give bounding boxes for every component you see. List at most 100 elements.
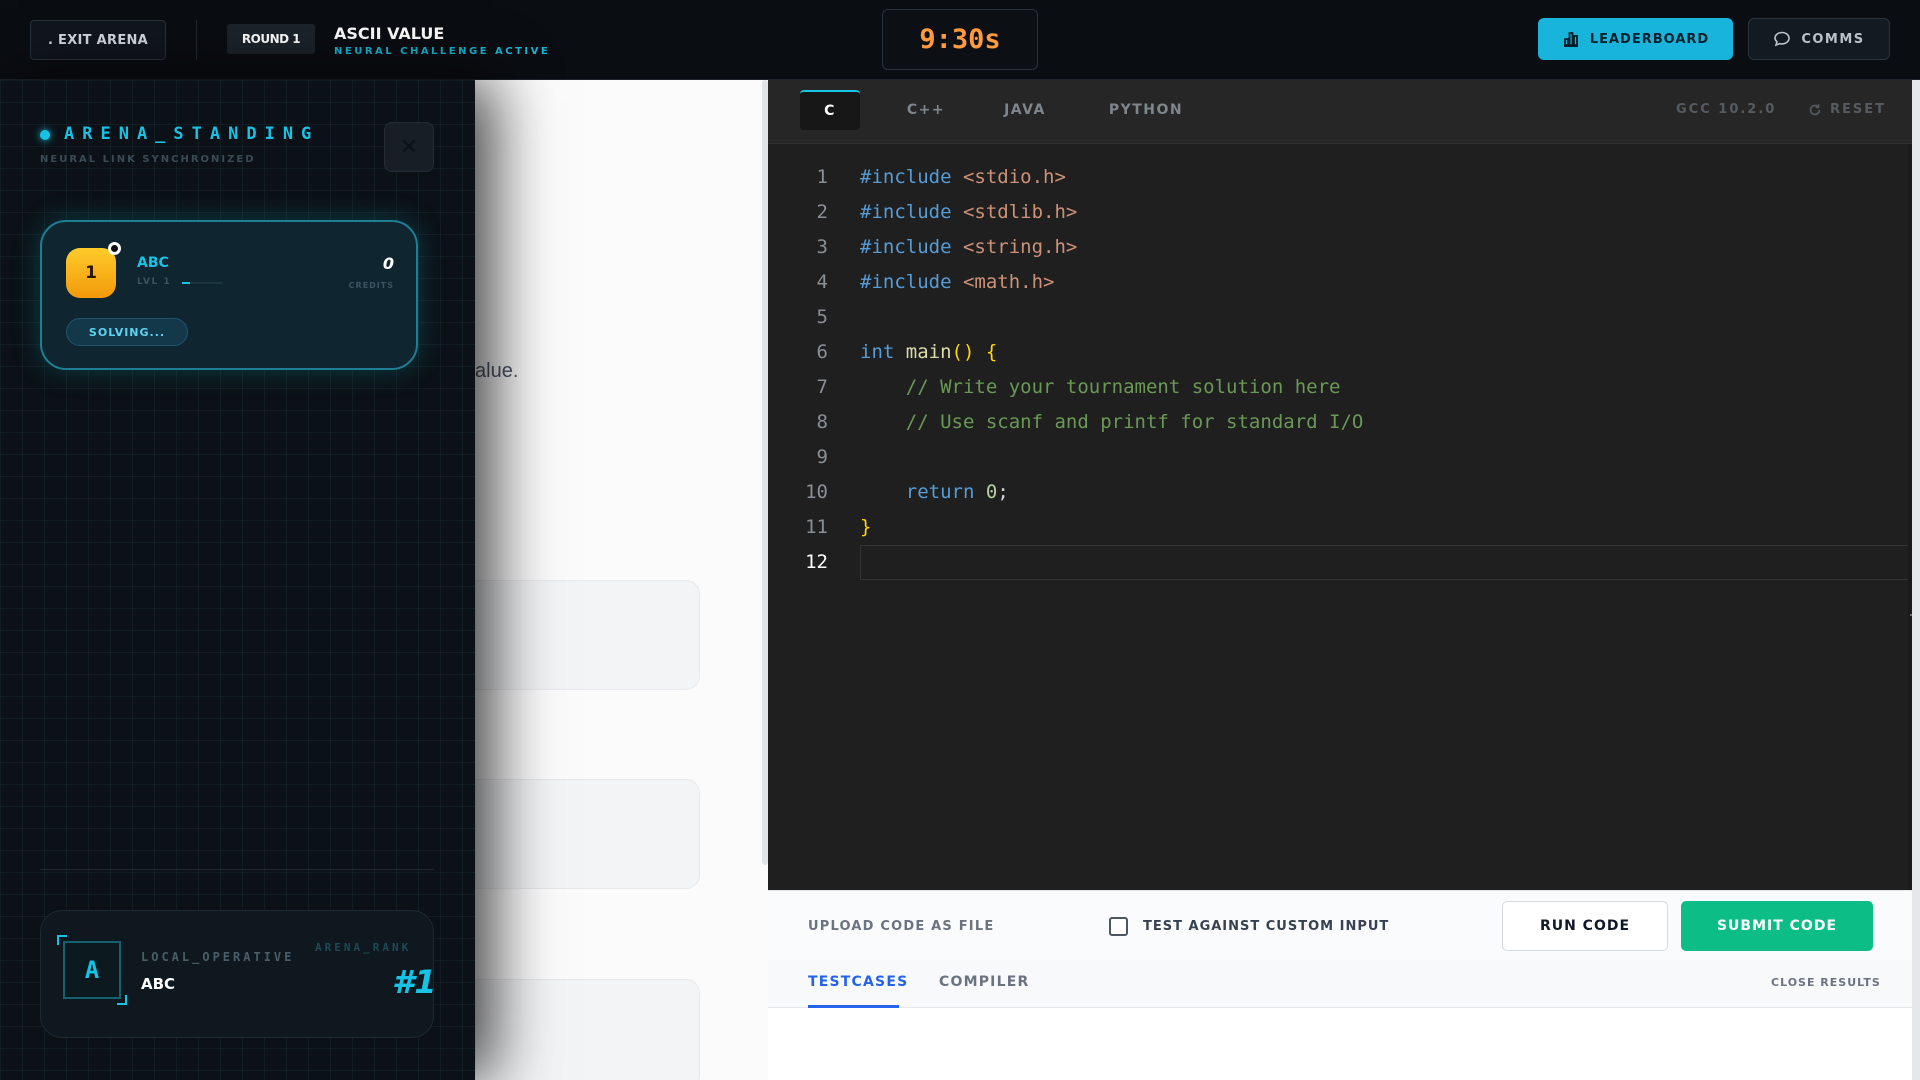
level-progress-fill	[182, 282, 190, 284]
problem-title: ASCII VALUE	[334, 24, 445, 43]
online-status-dot	[108, 242, 121, 255]
line-code: // Use scanf and printf for standard I/O	[905, 411, 1364, 433]
comms-label: COMMS	[1801, 31, 1865, 47]
line-number: 1	[816, 166, 828, 188]
level-progress-bar	[182, 282, 222, 284]
example-card	[475, 779, 700, 889]
compiler-version: GCC 10.2.0	[1676, 102, 1777, 117]
results-panel: TESTCASES COMPILER CLOSE RESULTS	[768, 960, 1920, 1080]
line-code: int main() {	[860, 341, 998, 363]
current-line-highlight	[860, 545, 1910, 580]
code-line[interactable]: 2 #include <stdlib.h>	[768, 195, 1908, 230]
tab-java[interactable]: JAVA	[980, 90, 1070, 130]
line-code: #include <stdlib.h>	[860, 201, 1078, 223]
player-level: LVL 1	[137, 277, 172, 287]
header-divider	[196, 20, 197, 60]
line-code: }	[860, 516, 872, 538]
problem-description: alue.	[475, 360, 519, 382]
avatar-corner-tl	[57, 935, 67, 945]
tab-compiler[interactable]: COMPILER	[939, 974, 1029, 990]
code-line[interactable]: 7 // Write your tournament solution here	[768, 370, 1908, 405]
run-code-button[interactable]: RUN CODE	[1502, 901, 1668, 951]
challenge-status: NEURAL CHALLENGE ACTIVE	[334, 46, 551, 57]
line-number: 3	[816, 236, 828, 258]
sidebar-divider	[40, 869, 434, 870]
code-line[interactable]: 1 #include <stdio.h>	[768, 160, 1908, 195]
custom-input-label[interactable]: TEST AGAINST CUSTOM INPUT	[1143, 919, 1389, 934]
code-line[interactable]: 6 int main() {	[768, 335, 1908, 370]
line-number: 4	[816, 271, 828, 293]
code-line[interactable]: 3 #include <string.h>	[768, 230, 1908, 265]
code-area[interactable]: 1 #include <stdio.h> 2 #include <stdlib.h> 3…	[768, 160, 1910, 860]
line-number: 7	[816, 376, 828, 398]
line-number: 12	[805, 551, 828, 573]
example-card	[475, 979, 700, 1080]
line-number: 6	[816, 341, 828, 363]
credits-label: CREDITS	[348, 281, 394, 290]
reset-label: RESET	[1830, 102, 1887, 117]
status-badge: SOLVING...	[66, 318, 188, 346]
custom-input-checkbox[interactable]	[1109, 917, 1128, 936]
code-line[interactable]: 9	[768, 440, 1908, 475]
code-line[interactable]: 11}	[768, 510, 1908, 545]
player-credits: 0	[382, 254, 394, 273]
code-line[interactable]: 12	[768, 545, 1910, 580]
avatar-corner-br	[117, 995, 127, 1005]
line-number: 5	[816, 306, 828, 328]
local-operative-card: A LOCAL_OPERATIVE ABC ARENA_RANK #1	[40, 910, 434, 1038]
rank-avatar: 1	[66, 248, 116, 298]
sidebar-title: ARENA_STANDING	[64, 124, 320, 144]
code-line[interactable]: 10 return 0;	[768, 475, 1908, 510]
close-sidebar-button[interactable]: ✕	[384, 122, 434, 172]
line-code: #include <math.h>	[860, 271, 1055, 293]
arena-standing-sidebar: ARENA_STANDING NEURAL LINK SYNCHRONIZED …	[0, 80, 475, 1080]
code-line[interactable]: 5	[768, 300, 1908, 335]
chat-bubble-icon	[1774, 31, 1791, 47]
player-name: ABC	[137, 255, 169, 271]
code-line[interactable]: 4 #include <math.h>	[768, 265, 1908, 300]
sidebar-subtitle: NEURAL LINK SYNCHRONIZED	[40, 154, 256, 165]
line-code: // Write your tournament solution here	[905, 376, 1341, 398]
leaderboard-label: LEADERBOARD	[1589, 31, 1710, 47]
line-number: 10	[805, 481, 828, 503]
tab-python[interactable]: PYTHON	[1086, 90, 1206, 130]
countdown-timer: 9:30s	[882, 9, 1038, 70]
avatar: A	[63, 941, 121, 999]
line-number: 9	[816, 446, 828, 468]
close-icon: ✕	[399, 134, 419, 160]
live-indicator-dot	[40, 130, 50, 140]
line-code: #include <string.h>	[860, 236, 1078, 258]
exit-arena-button[interactable]: . EXIT ARENA	[30, 20, 166, 60]
arena-app: . EXIT ARENA ROUND 1 ASCII VALUE NEURAL …	[0, 0, 1920, 1080]
player-card[interactable]: 1 ABC LVL 1 0 CREDITS SOLVING...	[40, 220, 418, 370]
arena-rank-value: #1	[392, 963, 434, 1001]
leaderboard-button[interactable]: LEADERBOARD	[1538, 18, 1733, 60]
tab-cpp[interactable]: C++	[886, 90, 966, 130]
code-line[interactable]: 8 // Use scanf and printf for standard I…	[768, 405, 1908, 440]
refresh-icon	[1809, 103, 1821, 115]
upload-code-link[interactable]: UPLOAD CODE AS FILE	[808, 919, 994, 934]
local-operative-label: LOCAL_OPERATIVE	[141, 950, 295, 964]
example-card	[475, 580, 700, 690]
bar-chart-icon	[1563, 32, 1578, 47]
action-bar: UPLOAD CODE AS FILE TEST AGAINST CUSTOM …	[768, 890, 1920, 960]
line-number: 2	[816, 201, 828, 223]
comms-button[interactable]: COMMS	[1748, 18, 1890, 60]
problem-panel: alue.	[475, 80, 768, 1080]
top-bar: . EXIT ARENA ROUND 1 ASCII VALUE NEURAL …	[0, 0, 1920, 80]
tab-c[interactable]: C	[800, 90, 860, 130]
tab-testcases[interactable]: TESTCASES	[808, 974, 908, 990]
round-badge: ROUND 1	[227, 24, 315, 54]
results-tabs: TESTCASES COMPILER CLOSE RESULTS	[768, 960, 1920, 1008]
local-operative-name: ABC	[141, 975, 176, 993]
page-scrollbar[interactable]	[1912, 80, 1920, 1080]
line-code: return 0;	[905, 481, 1009, 503]
line-number: 11	[805, 516, 828, 538]
line-code: #include <stdio.h>	[860, 166, 1066, 188]
code-editor: C C++ JAVA PYTHON GCC 10.2.0 RESET 1 #inc…	[768, 80, 1920, 890]
close-results-button[interactable]: CLOSE RESULTS	[1771, 976, 1881, 989]
reset-button[interactable]: RESET	[1808, 102, 1886, 117]
arena-rank-label: ARENA_RANK	[315, 941, 412, 954]
submit-code-button[interactable]: SUBMIT CODE	[1681, 901, 1873, 951]
active-tab-underline	[808, 1005, 899, 1008]
